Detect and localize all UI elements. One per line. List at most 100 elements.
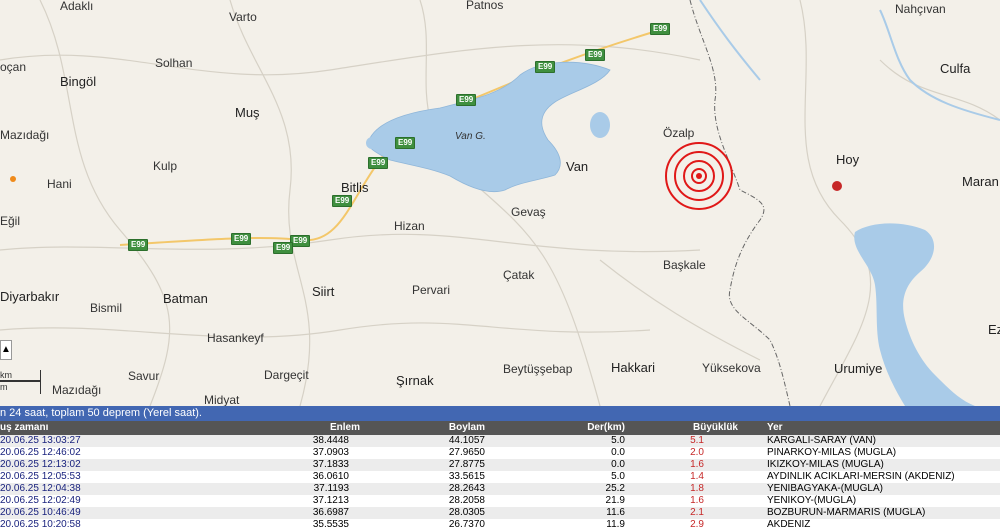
table-header: uş zamanı Enlem Boylam Der(km) Büyüklük … [0, 421, 1000, 435]
summary-bar: n 24 saat, toplam 50 deprem (Yerel saat)… [0, 406, 1000, 421]
place-label: Patnos [466, 0, 504, 12]
cell-lon: 27.8775 [448, 459, 485, 470]
place-label: Hoy [836, 152, 860, 167]
road-shield: E99 [128, 239, 149, 251]
cell-magnitude: 1.6 [690, 459, 704, 470]
place-label: Adaklı [60, 0, 94, 13]
place-label: Başkale [663, 258, 706, 272]
table-row[interactable]: 20.06.25 12:02:49 37.1213 28.2058 21.9 1.6 YE… [0, 495, 1000, 507]
header-lat[interactable]: Enlem [330, 421, 360, 435]
place-label: Batman [163, 291, 208, 306]
cell-time: 20.06.25 13:03:27 [0, 435, 81, 446]
place-label: Bitlis [341, 180, 369, 195]
cell-lon: 28.2058 [448, 495, 485, 506]
place-label: Diyarbakır [0, 289, 60, 304]
scale-bar: km m [0, 370, 41, 394]
cell-depth: 0.0 [611, 459, 625, 470]
table-row[interactable]: 20.06.25 10:46:49 36.6987 28.0305 11.6 2.1 BO… [0, 507, 1000, 519]
table-row[interactable]: 20.06.25 12:05:53 36.0610 33.5615 5.0 1.4 AYD… [0, 471, 1000, 483]
place-label: Bismil [90, 301, 122, 315]
cell-lon: 44.1057 [448, 435, 485, 446]
place-label: Özalp [663, 126, 695, 140]
road-shield: E99 [273, 242, 294, 254]
table-row[interactable]: 20.06.25 13:03:27 38.4448 44.1057 5.0 5.1 KAR… [0, 435, 1000, 447]
cell-depth: 11.6 [606, 507, 625, 518]
cell-location: KARGALI-SARAY (VAN) [767, 435, 876, 446]
cell-lon: 28.0305 [448, 507, 485, 518]
place-label: Hani [47, 177, 72, 191]
table-row[interactable]: 20.06.25 12:13:02 37.1833 27.8775 0.0 1.6 IKI… [0, 459, 1000, 471]
place-label: Eğil [0, 214, 21, 228]
place-label: Hakkari [611, 360, 656, 375]
cell-lat: 35.5535 [312, 519, 349, 530]
map-view[interactable]: Adaklı Patnos Nahçıvan Varto oçan Solhan… [0, 0, 1000, 406]
cell-lat: 37.1193 [313, 483, 349, 494]
place-label: Yüksekova [702, 361, 761, 375]
map-base [0, 0, 1000, 406]
cell-lon: 27.9650 [448, 447, 485, 458]
earthquake-marker[interactable] [832, 181, 842, 191]
road-shield: E99 [585, 49, 606, 61]
cell-depth: 5.0 [611, 435, 625, 446]
cell-magnitude: 1.4 [690, 471, 704, 482]
road-shield: E99 [535, 61, 556, 73]
cell-lat: 36.6987 [312, 507, 349, 518]
header-depth[interactable]: Der(km) [587, 421, 625, 435]
earthquake-table: uş zamanı Enlem Boylam Der(km) Büyüklük … [0, 421, 1000, 531]
cell-time: 20.06.25 10:20:58 [0, 519, 81, 530]
place-label: Urumiye [834, 361, 883, 376]
place-label: Maran [962, 174, 999, 189]
cell-magnitude: 2.1 [690, 507, 704, 518]
cell-lat: 37.0903 [312, 447, 349, 458]
table-row[interactable]: 20.06.25 12:46:02 37.0903 27.9650 0.0 2.0 PIN… [0, 447, 1000, 459]
place-label: Çatak [503, 268, 535, 282]
cell-location: AKDENIZ [767, 519, 811, 530]
cell-time: 20.06.25 12:02:49 [0, 495, 81, 506]
header-lon[interactable]: Boylam [449, 421, 485, 435]
place-label: Şırnak [396, 373, 434, 388]
place-label: oçan [0, 60, 27, 74]
table-row[interactable]: 20.06.25 12:04:38 37.1193 28.2643 25.2 1.8 YE… [0, 483, 1000, 495]
place-label: Midyat [204, 393, 240, 406]
place-label: Gevaş [511, 205, 546, 219]
border-line [689, 0, 791, 406]
cell-time: 20.06.25 12:46:02 [0, 447, 81, 458]
place-label: Kulp [153, 159, 178, 173]
place-label: Van G. [455, 131, 486, 142]
cell-time: 20.06.25 10:46:49 [0, 507, 81, 518]
earthquake-marker[interactable] [10, 176, 16, 182]
cell-location: AYDINLIK ACIKLARI-MERSIN (AKDENIZ) [767, 471, 955, 482]
place-label: Muş [235, 105, 260, 120]
header-location[interactable]: Yer [767, 421, 783, 435]
cell-time: 20.06.25 12:05:53 [0, 471, 81, 482]
table-row[interactable]: 20.06.25 10:20:58 35.5535 26.7370 11.9 2.9 AK… [0, 519, 1000, 531]
cell-lon: 28.2643 [448, 483, 485, 494]
cell-depth: 21.9 [605, 495, 625, 506]
place-label: Dargeçit [264, 368, 309, 382]
header-time[interactable]: uş zamanı [0, 421, 48, 435]
place-label: Varto [229, 10, 257, 24]
place-label: Solhan [155, 56, 193, 70]
place-label: Siirt [312, 284, 335, 299]
place-label: Savur [128, 369, 160, 383]
place-label: Bingöl [60, 74, 97, 89]
scale-km: km [0, 370, 41, 381]
place-label: Beytüşşebap [503, 362, 573, 376]
cell-lon: 26.7370 [448, 519, 485, 530]
road-shield: E99 [332, 195, 353, 207]
map-control-icon[interactable]: ▲ [0, 340, 12, 360]
cell-magnitude: 1.6 [690, 495, 704, 506]
cell-lat: 38.4448 [312, 435, 349, 446]
cell-magnitude: 2.9 [690, 519, 704, 530]
road-shield: E99 [290, 235, 311, 247]
cell-time: 20.06.25 12:04:38 [0, 483, 81, 494]
place-label: Pervari [412, 283, 451, 297]
cell-magnitude: 2.0 [690, 447, 704, 458]
header-magnitude[interactable]: Büyüklük [693, 421, 738, 435]
cell-time: 20.06.25 12:13:02 [0, 459, 81, 470]
cell-location: IKIZKOY-MILAS (MUGLA) [767, 459, 884, 470]
road-shield: E99 [368, 157, 389, 169]
cell-location: PINARKOY-MILAS (MUGLA) [767, 447, 897, 458]
place-label: Mazıdağı [0, 128, 50, 142]
cell-depth: 11.9 [606, 519, 625, 530]
